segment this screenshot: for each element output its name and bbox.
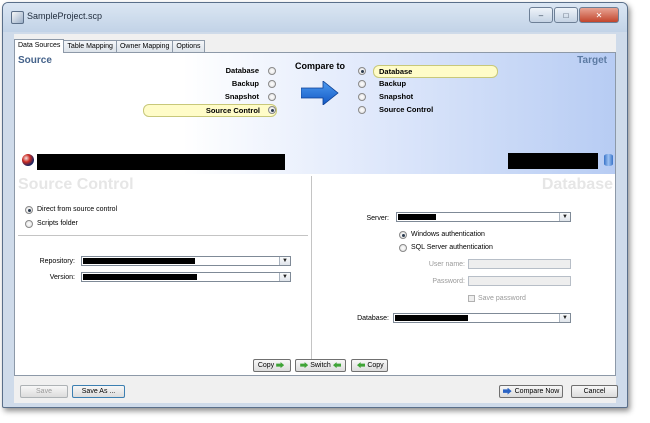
windows-auth-radio[interactable] — [399, 231, 407, 239]
source-option-snapshot[interactable]: Snapshot — [143, 91, 275, 102]
redacted-database-value — [395, 315, 468, 321]
compare-now-button[interactable]: Compare Now — [499, 385, 563, 398]
scripts-folder-radio[interactable] — [25, 220, 33, 228]
swap-icon — [333, 362, 341, 368]
copy-left-button[interactable]: Copy — [351, 359, 388, 372]
window-title: SampleProject.scp — [27, 11, 103, 21]
application-window: SampleProject.scp – □ ✕ Data Sources Tab… — [2, 2, 628, 408]
direct-source-control-label: Direct from source control — [37, 206, 118, 213]
target-option-snapshot[interactable]: Snapshot — [379, 91, 413, 102]
close-button[interactable]: ✕ — [579, 7, 619, 23]
tab-strip: Data Sources Table Mapping Owner Mapping… — [14, 39, 205, 53]
scripts-folder-label: Scripts folder — [37, 220, 78, 227]
chevron-down-icon[interactable]: ▼ — [279, 273, 290, 281]
server-label: Server: — [366, 215, 389, 222]
username-input[interactable] — [468, 259, 571, 269]
compare-to-label: Compare to — [295, 61, 346, 71]
compare-arrow-icon — [502, 387, 512, 395]
chevron-down-icon[interactable]: ▼ — [559, 314, 570, 322]
target-database-radio[interactable] — [358, 67, 366, 75]
arrow-right-icon — [276, 362, 285, 369]
source-option-database[interactable]: Database — [143, 65, 275, 76]
data-sources-panel: Source Target Compare to Database Backup… — [14, 52, 616, 376]
direct-source-control-radio[interactable] — [25, 206, 33, 214]
maximize-button[interactable]: □ — [554, 7, 578, 23]
source-option-source-control[interactable]: Source Control — [143, 104, 277, 117]
save-password-checkbox[interactable] — [468, 295, 475, 302]
tab-data-sources[interactable]: Data Sources — [14, 39, 65, 53]
target-option-backup[interactable]: Backup — [379, 78, 406, 89]
redacted-repository-value — [83, 258, 195, 264]
target-pane-title: Database — [541, 176, 613, 193]
compare-arrow-icon — [301, 81, 339, 105]
target-backup-radio[interactable] — [358, 80, 366, 88]
compare-banner: Source Target Compare to Database Backup… — [15, 53, 615, 174]
minimize-button[interactable]: – — [529, 7, 553, 23]
username-label: User name: — [428, 261, 465, 268]
version-label: Version: — [49, 274, 75, 281]
tab-options[interactable]: Options — [172, 40, 205, 52]
chevron-down-icon[interactable]: ▼ — [279, 257, 290, 265]
target-option-database[interactable]: Database — [373, 65, 498, 78]
tab-owner-mapping[interactable]: Owner Mapping — [115, 40, 174, 52]
source-option-backup[interactable]: Backup — [143, 78, 275, 89]
target-option-source-control[interactable]: Source Control — [379, 104, 433, 115]
source-backup-radio[interactable] — [268, 80, 276, 88]
database-combo[interactable]: ▼ — [393, 313, 571, 323]
source-control-icon — [22, 154, 34, 166]
database-label: Database: — [357, 315, 389, 322]
redacted-source-name — [37, 154, 285, 170]
redacted-target-name — [508, 153, 598, 169]
save-button[interactable]: Save — [20, 385, 68, 398]
arrow-left-icon — [357, 362, 365, 368]
server-combo[interactable]: ▼ — [396, 212, 571, 222]
tab-table-mapping[interactable]: Table Mapping — [63, 40, 117, 52]
window-controls: – □ ✕ — [528, 7, 619, 23]
repository-combo[interactable]: ▼ — [81, 256, 291, 266]
redacted-version-value — [83, 274, 197, 280]
source-snapshot-radio[interactable] — [268, 93, 276, 101]
sql-auth-label: SQL Server authentication — [411, 244, 493, 251]
password-input[interactable] — [468, 276, 571, 286]
switch-button[interactable]: Switch — [295, 359, 346, 372]
pane-divider — [311, 176, 312, 370]
sql-auth-radio[interactable] — [399, 244, 407, 252]
swap-icon — [300, 362, 309, 369]
windows-auth-label: Windows authentication — [411, 231, 485, 238]
source-pane-title: Source Control — [18, 176, 134, 193]
app-icon — [11, 11, 24, 24]
copy-right-button[interactable]: Copy — [253, 359, 291, 372]
version-combo[interactable]: ▼ — [81, 272, 291, 282]
cancel-button[interactable]: Cancel — [571, 385, 618, 398]
redacted-server-value — [398, 214, 436, 220]
target-snapshot-radio[interactable] — [358, 93, 366, 101]
save-as-button[interactable]: Save As ... — [72, 385, 125, 398]
save-password-label: Save password — [478, 295, 526, 302]
password-label: Password: — [432, 278, 465, 285]
database-icon — [604, 154, 613, 166]
source-database-radio[interactable] — [268, 67, 276, 75]
source-source-control-radio[interactable] — [268, 106, 276, 114]
chevron-down-icon[interactable]: ▼ — [559, 213, 570, 221]
target-heading: Target — [577, 55, 607, 66]
target-source-control-radio[interactable] — [358, 106, 366, 114]
dialog-client: Data Sources Table Mapping Owner Mapping… — [14, 34, 618, 403]
source-heading: Source — [18, 55, 52, 66]
source-divider — [18, 235, 308, 236]
title-bar[interactable]: SampleProject.scp – □ ✕ — [3, 3, 627, 32]
repository-label: Repository: — [39, 258, 75, 265]
